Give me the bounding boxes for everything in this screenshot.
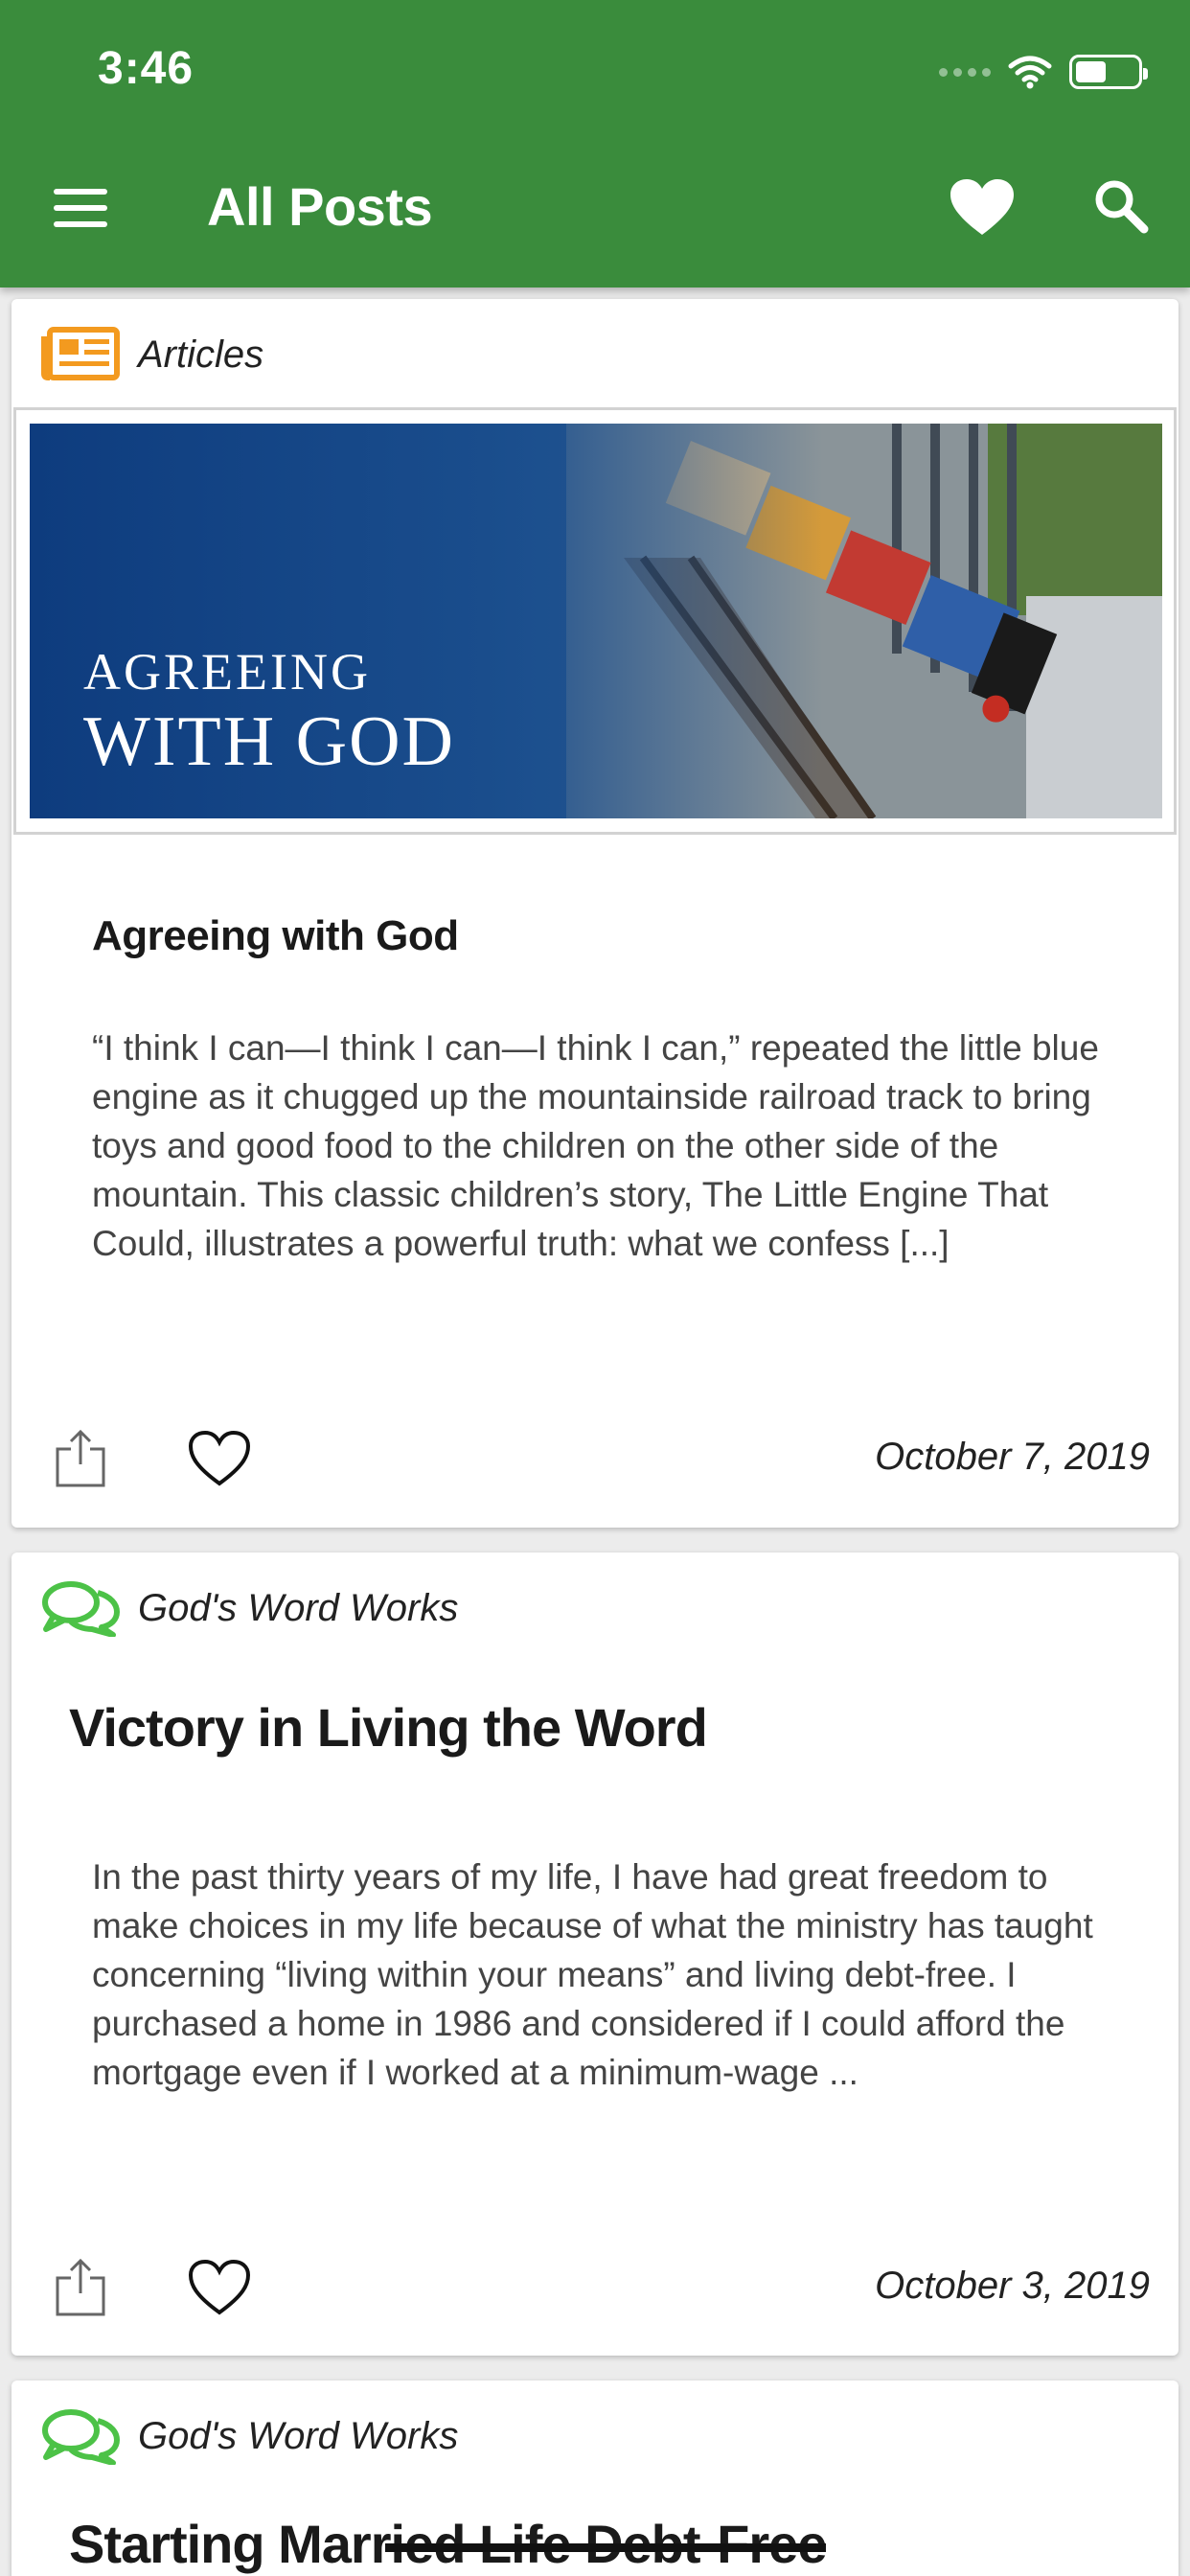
hamburger-menu-icon[interactable] [54,189,107,227]
post-excerpt: In the past thirty years of my life, I h… [92,1857,1093,2092]
battery-icon [1069,55,1148,89]
post-category: God's Word Works [40,1581,459,1637]
chat-bubbles-icon [42,1581,120,1637]
post-date: October 7, 2019 [875,1436,1150,1478]
banner-headline-bottom: WITH GOD [83,702,455,781]
search-icon[interactable] [1092,177,1150,235]
heart-outline-icon[interactable] [188,2259,251,2316]
post-card[interactable]: God's Word Works Victory in Living the W… [11,1552,1179,2356]
cellular-signal-icon [939,67,991,77]
post-date: October 3, 2019 [875,2265,1150,2307]
post-category: Articles [40,327,264,381]
chat-bubbles-icon [42,2409,120,2465]
status-indicators [939,48,1148,96]
post-title[interactable]: Agreeing with God [92,912,459,960]
heart-filled-icon[interactable] [949,177,1016,239]
heart-outline-icon[interactable] [188,1430,251,1487]
banner-headline-top: AGREEING [83,643,371,701]
post-banner-image[interactable]: AGREEING WITH GOD [13,407,1177,835]
post-excerpt: “I think I can—I think I can—I think I c… [92,1028,1099,1263]
share-icon[interactable] [54,2257,107,2318]
wifi-icon [1008,56,1052,89]
post-title[interactable]: Victory in Living the Word [69,1696,708,1759]
banner-photo: AGREEING WITH GOD [30,424,1162,818]
title-overlay-bar [385,2543,826,2552]
post-card[interactable]: God's Word Works Starting Married Life D… [11,2380,1179,2576]
app-screen: 3:46 All Posts Articles AGREEING WITH GO… [0,0,1190,2576]
category-label: God's Word Works [138,2414,459,2457]
post-card[interactable]: Articles AGREEING WITH GOD Agreeing with… [11,299,1179,1528]
app-header: 3:46 All Posts [0,0,1190,288]
category-label: Articles [138,333,264,376]
share-icon[interactable] [54,1428,107,1489]
category-label: God's Word Works [138,1586,459,1629]
newspaper-icon [41,327,120,380]
status-time: 3:46 [98,43,195,94]
post-category: God's Word Works [40,2409,459,2465]
page-title: All Posts [207,176,433,237]
